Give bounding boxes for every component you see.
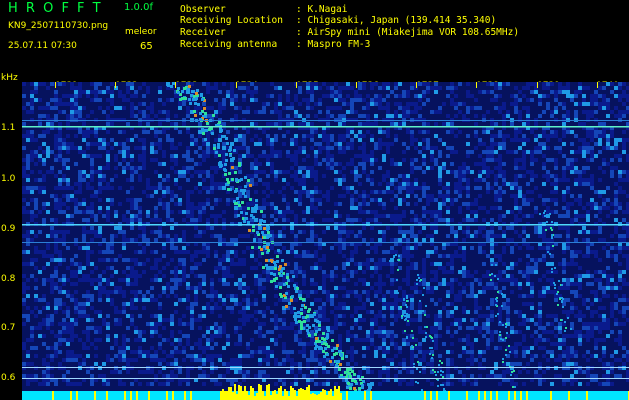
carrier-line: [22, 367, 629, 368]
carrier-line: [22, 378, 629, 379]
timestamp: 25.07.11 07:30: [8, 41, 77, 51]
x-tick-mark: [537, 82, 538, 88]
info-key-antenna: Receiving antenna: [180, 39, 278, 50]
version-label: 1.0.0f: [124, 2, 153, 13]
x-tick-mark: [597, 82, 598, 88]
carrier-line: [22, 242, 629, 243]
y-axis-unit: kHz: [1, 73, 18, 83]
info-value-observer: : K.Nagai: [296, 4, 348, 15]
app-title: H R O F F T: [8, 1, 103, 16]
x-tick-mark: [296, 82, 297, 88]
y-tick-label: 1.0: [1, 174, 16, 184]
info-key-receiver: Receiver: [180, 27, 226, 38]
y-tick-label: 0.6: [1, 373, 16, 383]
x-tick-mark: [115, 82, 116, 88]
spectrogram-plot: [22, 82, 629, 400]
info-value-antenna: : Maspro FM-3: [296, 39, 371, 50]
info-value-receiver: : AirSpy mini (Miakejima VOR 108.65MHz): [296, 27, 520, 38]
meleor-count: 65: [140, 41, 153, 52]
info-value-location: : Chigasaki, Japan (139.414 35.340): [296, 15, 497, 26]
info-key-location: Receiving Location: [180, 15, 283, 26]
y-tick-label: 0.7: [1, 323, 16, 333]
carrier-line: [22, 120, 629, 121]
x-tick-mark: [356, 82, 357, 88]
meleor-label: meleor: [125, 27, 157, 37]
x-tick-mark: [476, 82, 477, 88]
carrier-line: [22, 224, 629, 226]
y-tick-label: 0.8: [1, 274, 16, 284]
y-tick-label: 1.1: [1, 123, 16, 133]
x-tick-mark: [236, 82, 237, 88]
carrier-line: [22, 126, 629, 128]
file-name: KN9_2507110730.png: [8, 21, 109, 31]
x-tick-mark: [175, 82, 176, 88]
y-tick-label: 0.9: [1, 224, 16, 234]
x-tick-mark: [55, 82, 56, 88]
info-key-observer: Observer: [180, 4, 226, 15]
x-tick-mark: [416, 82, 417, 88]
spectrogram-screen: { "header": { "app_title": "H R O F F T"…: [0, 0, 629, 400]
